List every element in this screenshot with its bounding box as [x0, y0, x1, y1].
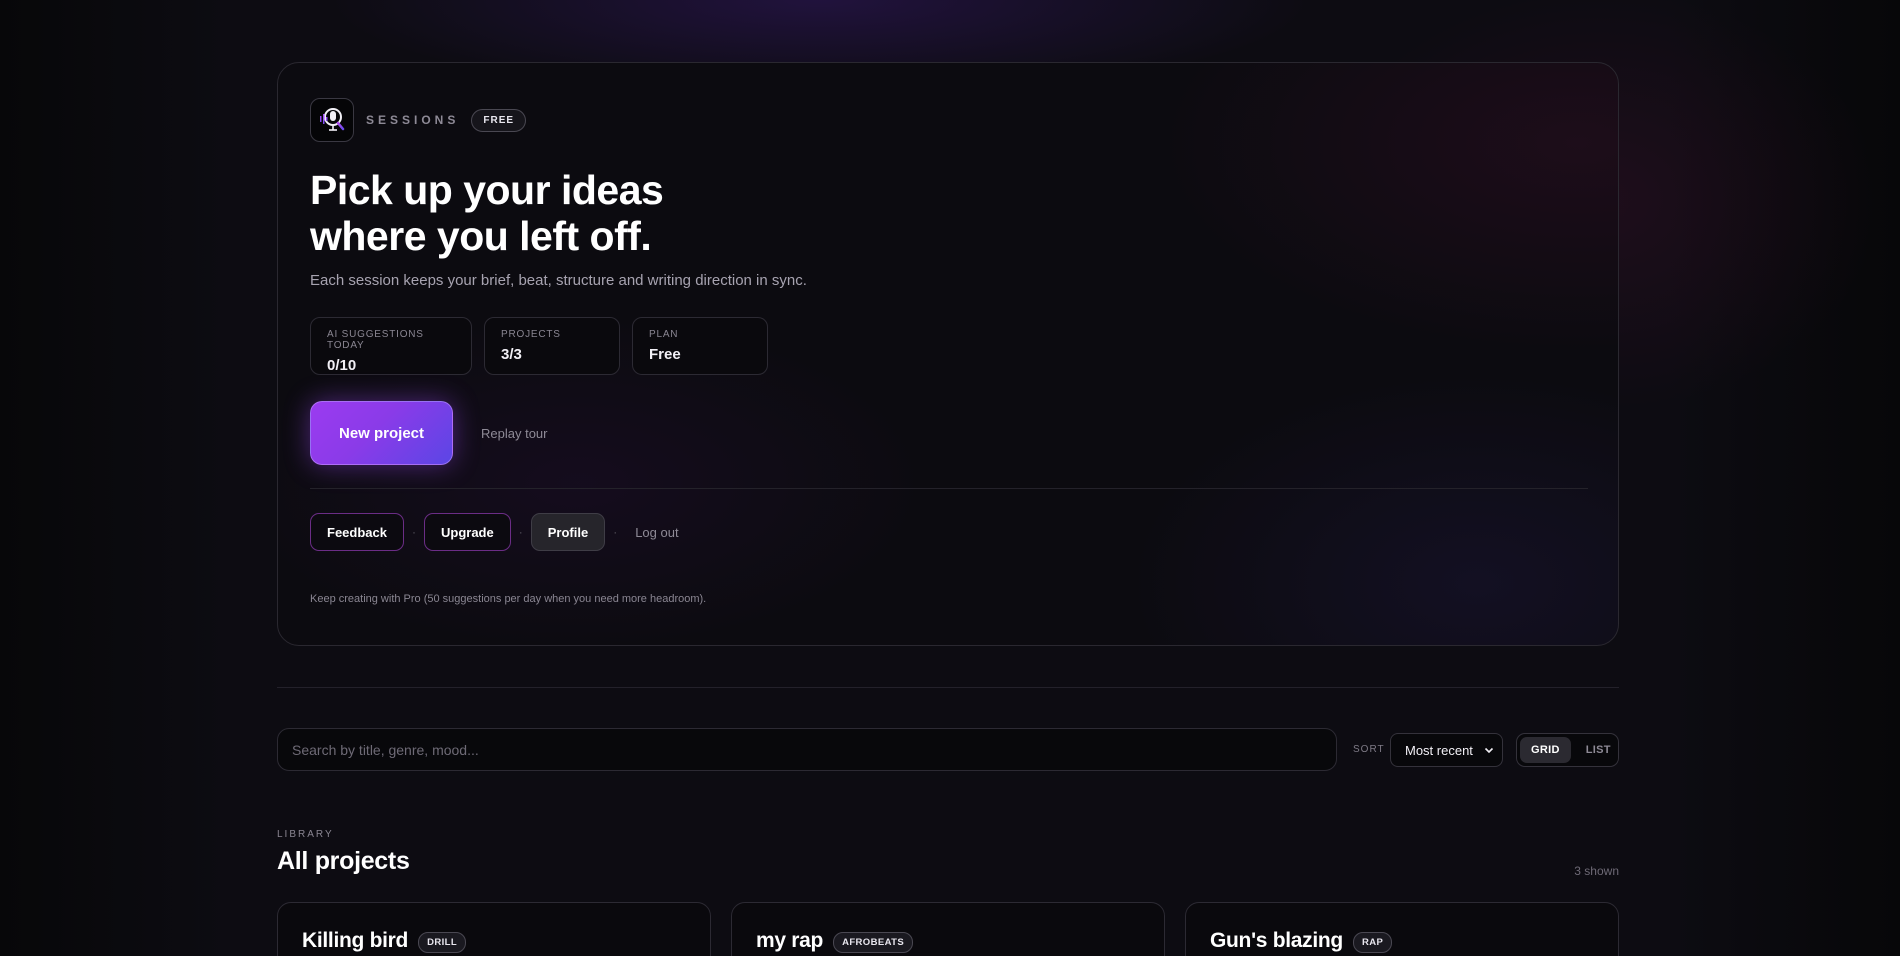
separator-dot: ·: [518, 525, 523, 539]
project-title: my rap: [756, 929, 824, 952]
pro-promo-text: Keep creating with Pro (50 suggestions p…: [310, 593, 707, 605]
stat-label: AI SUGGESTIONS TODAY: [327, 329, 424, 351]
project-grid: Killing bird DRILL my rap AFROBEATS Gun'…: [277, 902, 1619, 956]
shown-count: 3 shown: [1574, 864, 1619, 878]
new-project-button[interactable]: New project: [310, 401, 453, 465]
grid-view-button[interactable]: GRID: [1520, 737, 1571, 763]
chevron-down-icon: [1484, 743, 1494, 758]
genre-tag: DRILL: [418, 932, 467, 953]
microphone-logo-icon: [310, 98, 354, 142]
genre-tag: RAP: [1352, 932, 1393, 953]
sort-selected-value: Most recent: [1405, 742, 1473, 758]
stat-projects: PROJECTS 3/3: [484, 317, 620, 375]
project-card[interactable]: Killing bird DRILL: [277, 902, 711, 956]
brand-name: SESSIONS: [366, 113, 460, 127]
profile-button[interactable]: Profile: [530, 513, 606, 551]
headline-line-2: where you left off.: [310, 213, 652, 259]
separator-dot: ·: [411, 525, 416, 539]
hero-actions: New project Replay tour: [310, 401, 547, 465]
hero-subtitle: Each session keeps your brief, beat, str…: [310, 272, 807, 289]
list-view-button[interactable]: LIST: [1575, 737, 1622, 763]
stat-label: PROJECTS: [501, 329, 561, 340]
project-title: Gun's blazing: [1210, 929, 1343, 952]
stat-value: 3/3: [501, 346, 522, 363]
library-label: LIBRARY: [277, 829, 334, 840]
account-nav: Feedback · Upgrade · Profile · Log out: [310, 513, 679, 551]
library-title: All projects: [277, 847, 410, 875]
stat-value: Free: [649, 346, 681, 363]
separator-dot: ·: [613, 525, 618, 539]
stat-value: 0/10: [327, 357, 357, 374]
plan-badge: FREE: [471, 108, 527, 132]
brand-row: SESSIONS FREE: [310, 98, 527, 142]
feedback-button[interactable]: Feedback: [310, 513, 404, 551]
stat-label: PLAN: [649, 329, 679, 340]
replay-tour-link[interactable]: Replay tour: [481, 426, 547, 441]
logout-link[interactable]: Log out: [635, 525, 678, 540]
sort-label: SORT: [1353, 744, 1385, 755]
stat-ai-suggestions: AI SUGGESTIONS TODAY 0/10: [310, 317, 472, 375]
stat-plan: PLAN Free: [632, 317, 768, 375]
section-divider: [277, 687, 1619, 688]
search-input[interactable]: [277, 728, 1337, 771]
upgrade-button[interactable]: Upgrade: [423, 513, 511, 551]
sort-select[interactable]: Most recent: [1390, 733, 1503, 767]
hero-panel: SESSIONS FREE Pick up your ideas where y…: [277, 62, 1619, 646]
sessions-dashboard: SESSIONS FREE Pick up your ideas where y…: [0, 0, 1900, 956]
project-card[interactable]: Gun's blazing RAP: [1185, 902, 1619, 956]
hero-divider: [310, 488, 1588, 489]
view-toggle: GRID LIST: [1516, 733, 1619, 767]
project-card[interactable]: my rap AFROBEATS: [731, 902, 1165, 956]
page-title: Pick up your ideas where you left off.: [310, 167, 910, 259]
headline-line-1: Pick up your ideas: [310, 167, 664, 213]
stats-row: AI SUGGESTIONS TODAY 0/10 PROJECTS 3/3 P…: [310, 317, 768, 375]
library-toolbar: SORT Most recent GRID LIST: [277, 728, 1619, 772]
project-title: Killing bird: [302, 929, 409, 952]
genre-tag: AFROBEATS: [833, 932, 914, 953]
